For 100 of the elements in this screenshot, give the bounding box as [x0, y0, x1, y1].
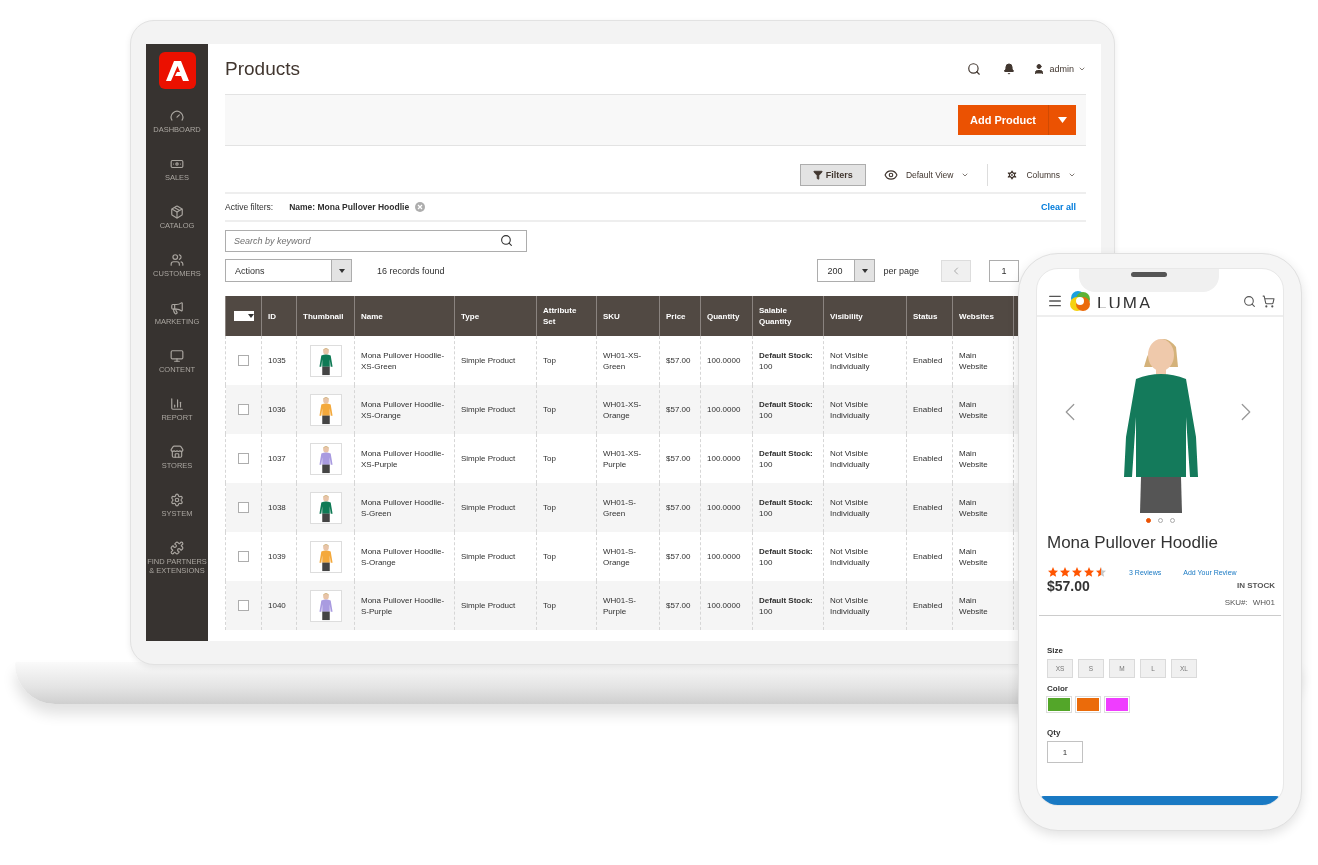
table-cell-text: Not Visible Individually	[830, 447, 871, 470]
star-icon	[1095, 566, 1107, 578]
star-icon	[1083, 566, 1095, 578]
menu-icon[interactable]	[1047, 293, 1063, 309]
caret-icon	[1068, 171, 1076, 179]
table-cell-text: Top	[543, 453, 557, 464]
qty-field[interactable]: 1	[1047, 741, 1083, 763]
select-all-checkbox[interactable]	[233, 311, 254, 321]
row-checkbox[interactable]	[238, 453, 249, 464]
column-header[interactable]: Thumbnail	[296, 296, 355, 336]
per-page-dropdown[interactable]: 200	[817, 259, 876, 282]
table-cell-text: Mona Pullover Hoodlie-S-Green	[361, 496, 446, 519]
color-swatch[interactable]	[1105, 697, 1129, 712]
column-header[interactable]: Quantity	[700, 296, 753, 336]
clear-all-link[interactable]: Clear all	[1040, 202, 1076, 212]
view-dropdown[interactable]: Default View	[883, 168, 970, 182]
gear-icon	[170, 493, 184, 507]
filters-button[interactable]: Filters	[799, 164, 866, 186]
table-cell-text: Main Website	[959, 496, 989, 519]
column-header[interactable]: Visibility	[823, 296, 907, 336]
table-cell-text: Top	[543, 404, 557, 415]
table-cell-text: Mona Pullover Hoodlie-S-Orange	[361, 545, 446, 568]
table-cell-text: WH01-XS-Green	[603, 349, 643, 372]
table-cell-text: Enabled	[913, 600, 944, 611]
table-cell-text: Top	[543, 355, 557, 366]
user-menu[interactable]: admin	[1033, 63, 1086, 75]
funnel-icon	[812, 170, 823, 180]
stock-status: IN STOCK	[1236, 581, 1275, 592]
caret-icon	[338, 268, 345, 273]
filters-label: Active filters:	[225, 202, 274, 212]
columns-dropdown[interactable]: Columns	[1006, 169, 1076, 181]
row-checkbox[interactable]	[238, 551, 249, 562]
row-checkbox[interactable]	[238, 600, 249, 611]
column-header[interactable]: ID	[261, 296, 297, 336]
table-cell-text: Enabled	[913, 404, 944, 415]
cart-icon[interactable]	[1262, 294, 1275, 308]
table-cell-text: WH01-XS-Purple	[603, 447, 643, 470]
table-cell-text: Simple Product	[461, 355, 517, 366]
search-icon[interactable]	[967, 62, 982, 76]
sku-value: WH01	[1252, 598, 1275, 607]
column-header[interactable]: Attribute Set	[536, 296, 597, 336]
table-cell-text: Not Visible Individually	[830, 349, 871, 372]
caret-icon	[1058, 117, 1067, 123]
star-icon	[1047, 566, 1059, 578]
bell-icon[interactable]	[1003, 63, 1016, 75]
size-label: Size	[1046, 646, 1064, 655]
row-checkbox[interactable]	[238, 404, 249, 415]
table-cell-text: Enabled	[913, 551, 944, 562]
table-cell-text: Enabled	[913, 502, 944, 513]
table-cell-text: 1035	[268, 355, 287, 366]
column-header[interactable]: Type	[454, 296, 537, 336]
caret-icon	[247, 314, 254, 318]
page-field[interactable]: 1	[989, 259, 1019, 282]
slide-dot[interactable]	[1169, 517, 1175, 523]
color-swatch[interactable]	[1047, 697, 1071, 712]
records-count: 16 records found	[377, 265, 446, 276]
table-cell-text: Main Website	[959, 398, 989, 421]
close-icon[interactable]	[415, 202, 426, 212]
table-cell-text: Main Website	[959, 349, 989, 372]
column-header[interactable]: Name	[354, 296, 455, 336]
table-cell-text: 100.0000	[707, 551, 742, 562]
table-cell-text: Top	[543, 600, 557, 611]
table-cell-text: Default Stock: 100	[759, 447, 814, 470]
table-cell-text: Default Stock: 100	[759, 496, 814, 519]
table-cell-text: Default Stock: 100	[759, 398, 814, 421]
table-cell-text: 100.0000	[707, 502, 742, 513]
row-checkbox[interactable]	[238, 355, 249, 366]
bar-chart-icon	[170, 397, 184, 411]
table-cell-text: WH01-S-Green	[603, 496, 637, 519]
table-cell-text: Enabled	[913, 453, 944, 464]
table-cell-text: WH01-XS-Orange	[603, 398, 643, 421]
slide-dot[interactable]	[1145, 517, 1151, 523]
sku-label: SKU#:	[1224, 598, 1248, 607]
eye-icon	[883, 168, 898, 182]
table-cell-text: Not Visible Individually	[830, 594, 871, 617]
column-header[interactable]: Price	[659, 296, 701, 336]
people-icon	[170, 253, 184, 267]
search-icon[interactable]	[500, 234, 513, 247]
search-field[interactable]: Search by keyword	[225, 230, 527, 252]
table-cell-text: Top	[543, 502, 557, 513]
table-cell-text: Mona Pullover Hoodlie-XS-Green	[361, 349, 446, 372]
caret-icon	[861, 268, 868, 273]
search-icon[interactable]	[1243, 294, 1256, 308]
column-header[interactable]: Websites	[952, 296, 1014, 336]
column-header[interactable]: Status	[906, 296, 953, 336]
table-cell-text: Mona Pullover Hoodlie-XS-Orange	[361, 398, 446, 421]
table-cell-text: $57.00	[666, 600, 692, 611]
table-cell-text: 1040	[268, 600, 287, 611]
table-cell-text: Main Website	[959, 447, 989, 470]
banknote-icon	[170, 157, 184, 171]
table-cell-text: 100.0000	[707, 404, 742, 415]
user-icon	[1033, 63, 1046, 75]
actions-dropdown[interactable]: Actions	[225, 259, 352, 282]
table-cell-text: Simple Product	[461, 453, 517, 464]
puzzle-icon	[170, 541, 184, 555]
color-swatch[interactable]	[1076, 697, 1100, 712]
column-header[interactable]: Salable Quantity	[752, 296, 824, 336]
row-checkbox[interactable]	[238, 502, 249, 513]
slide-dot[interactable]	[1157, 517, 1163, 523]
column-header[interactable]: SKU	[596, 296, 660, 336]
